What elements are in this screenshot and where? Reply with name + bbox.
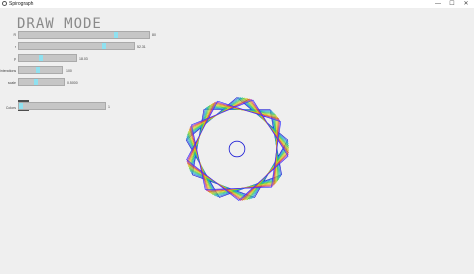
slider-label-scale: scale: [7, 81, 16, 85]
title-bar: Spirograph — ☐ ✕: [0, 0, 474, 9]
slider-label-r: R: [13, 33, 16, 37]
mode-title: DRAW MODE: [17, 16, 102, 32]
slider-value-r: 80: [152, 33, 156, 37]
slider-label-p: p: [14, 57, 16, 61]
slider-value-interations: 100: [66, 69, 72, 73]
slider-thumb-p[interactable]: [38, 55, 43, 61]
slider-label-interations: interations: [0, 69, 17, 73]
slider-label-colors: Colors: [5, 106, 16, 110]
slider-label-r-small: r: [14, 45, 16, 49]
app-icon: [2, 1, 7, 6]
slider-thumb-colors[interactable]: [19, 103, 23, 109]
slider-value-scale: 0.5000: [67, 81, 78, 85]
slider-scale[interactable]: [18, 78, 65, 86]
spiro-center-ring: [228, 140, 246, 158]
slider-value-p: 18.03: [79, 57, 88, 61]
slider-value-colors: 1: [108, 105, 110, 109]
slider-thumb-scale[interactable]: [34, 79, 39, 85]
close-button[interactable]: ✕: [459, 0, 473, 8]
slider-thumb-r-small[interactable]: [101, 43, 106, 49]
maximize-button[interactable]: ☐: [445, 0, 459, 8]
slider-colors[interactable]: [18, 102, 106, 110]
spirograph-drawing: [185, 97, 289, 201]
slider-r-small[interactable]: [18, 42, 135, 50]
minimize-button[interactable]: —: [431, 0, 445, 8]
slider-thumb-r[interactable]: [113, 32, 118, 38]
slider-interations[interactable]: [18, 66, 63, 74]
window-title: Spirograph: [9, 1, 34, 7]
drawing-canvas[interactable]: DRAW MODE R 80 r 52.31 p 18.03 interatio…: [0, 9, 474, 274]
slider-thumb-interations[interactable]: [36, 67, 41, 73]
slider-r[interactable]: [18, 31, 150, 39]
slider-value-r-small: 52.31: [137, 45, 146, 49]
slider-p[interactable]: [18, 54, 77, 62]
